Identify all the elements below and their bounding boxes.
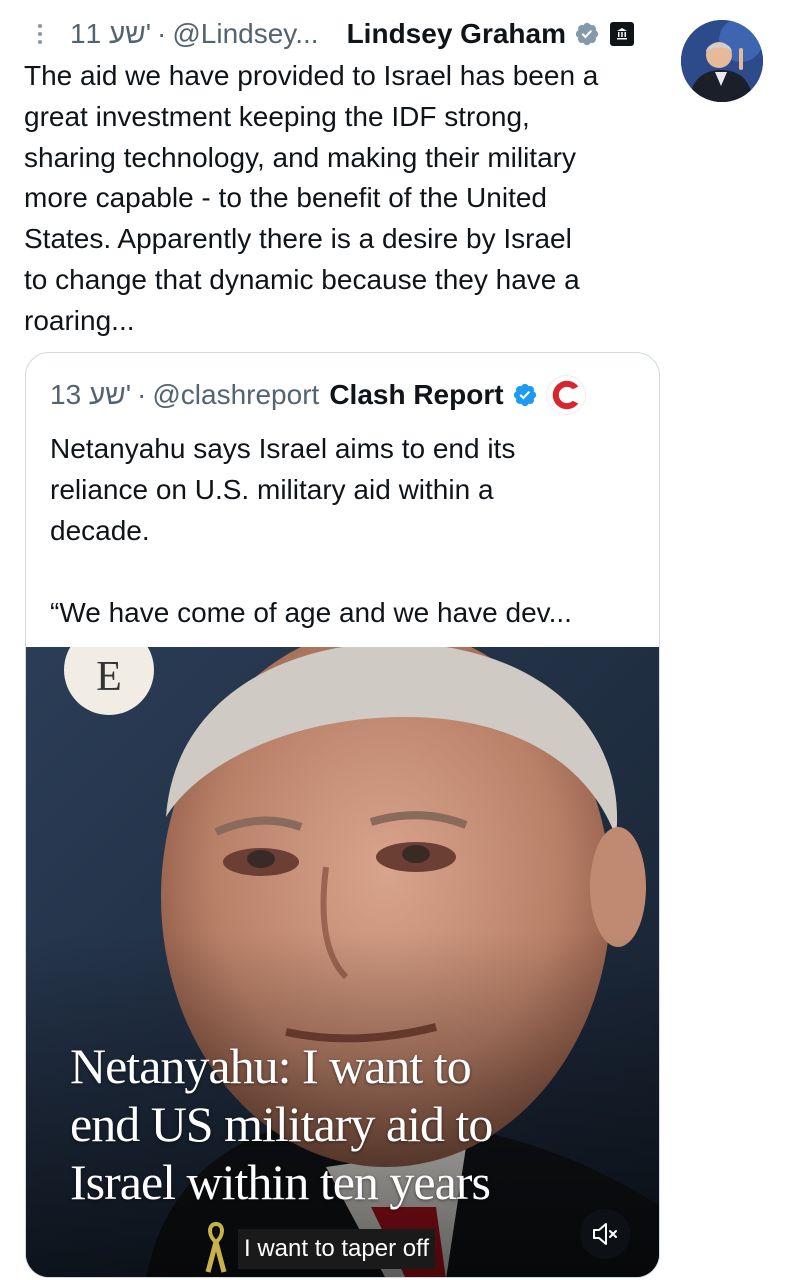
tweet-time[interactable]: 11 שע' <box>70 18 151 50</box>
video-player[interactable]: E Netanyahu: I want to end US military a… <box>26 647 659 1277</box>
mute-icon <box>593 1223 617 1245</box>
more-options-icon[interactable] <box>34 20 46 50</box>
quoted-tweet[interactable]: 13 שע' · @clashreport Clash Report Netan… <box>25 352 660 1278</box>
quoted-tweet-header: 13 שע' · @clashreport Clash Report <box>50 375 586 415</box>
mute-button[interactable] <box>580 1209 630 1259</box>
verified-badge-icon <box>513 383 536 407</box>
video-caption: I want to taper off <box>238 1229 436 1269</box>
verified-badge-icon[interactable] <box>574 21 600 47</box>
tweet-handle[interactable]: @Lindsey... <box>172 18 318 50</box>
separator-dot: · <box>157 18 167 49</box>
quoted-tweet-text: Netanyahu says Israel aims to end its re… <box>50 433 572 628</box>
video-headline: Netanyahu: I want to end US military aid… <box>70 1038 493 1210</box>
separator-dot: · <box>137 379 147 410</box>
tweet-text: The aid we have provided to Israel has b… <box>24 60 599 336</box>
clash-report-logo <box>545 375 586 415</box>
quoted-author-name: Clash Report <box>329 379 504 410</box>
tweet[interactable]: 11 שע' · @Lindsey... Lindsey Graham The … <box>0 0 788 1280</box>
quoted-tweet-handle: @clashreport <box>152 379 320 410</box>
tweet-header: 11 שע' · @Lindsey... Lindsey Graham <box>70 14 634 54</box>
government-badge-icon <box>609 22 634 46</box>
yellow-ribbon-icon <box>205 1222 227 1273</box>
author-name[interactable]: Lindsey Graham <box>347 18 566 50</box>
author-avatar[interactable] <box>681 20 763 102</box>
quoted-tweet-time: 13 שע' <box>50 379 132 410</box>
